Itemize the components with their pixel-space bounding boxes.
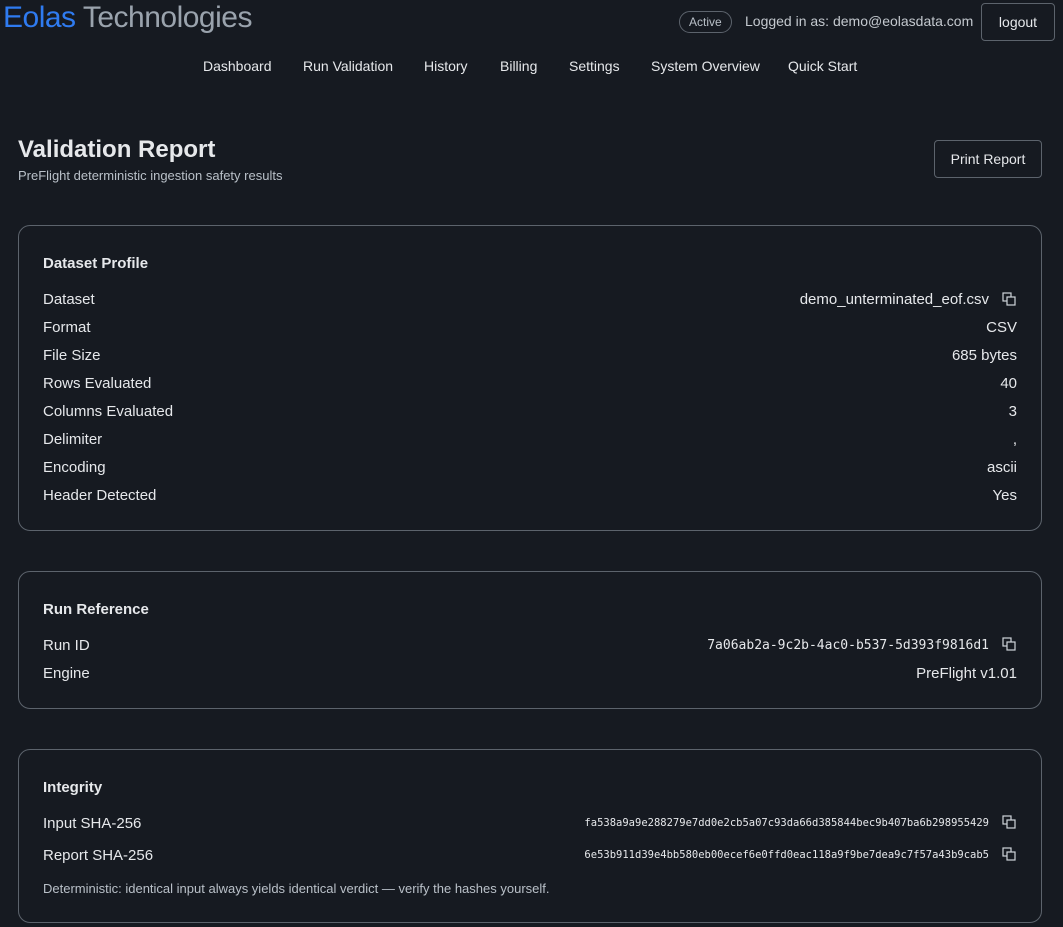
copy-icon[interactable] xyxy=(1002,847,1016,861)
card-title: Integrity xyxy=(43,779,103,796)
brand-name-primary: Eolas xyxy=(3,1,76,34)
top-bar: Eolas Technologies Active Logged in as: … xyxy=(0,0,1063,44)
copy-icon[interactable] xyxy=(1002,815,1016,829)
print-report-button[interactable]: Print Report xyxy=(934,140,1042,178)
row-value-file-size: 685 bytes xyxy=(951,347,1017,364)
run-reference-card: Run Reference Run ID 7a06ab2a-9c2b-4ac0-… xyxy=(18,571,1042,709)
integrity-card: Integrity Input SHA-256 fa538a9a9e288279… xyxy=(18,749,1042,923)
logged-in-text: Logged in as: demo@eolasdata.com xyxy=(745,13,974,29)
main-nav: Dashboard Run Validation History Billing… xyxy=(0,58,1063,78)
row-label-columns-evaluated: Columns Evaluated xyxy=(43,403,174,420)
nav-item-billing[interactable]: Billing xyxy=(500,58,537,74)
row-label-encoding: Encoding xyxy=(43,459,106,476)
brand-name-secondary: Technologies xyxy=(82,1,253,34)
nav-item-system-overview[interactable]: System Overview xyxy=(651,58,760,74)
nav-item-history[interactable]: History xyxy=(424,58,468,74)
card-title: Dataset Profile xyxy=(43,255,149,272)
row-label-run-id: Run ID xyxy=(43,637,90,654)
dataset-profile-card: Dataset Profile Dataset demo_unterminate… xyxy=(18,225,1042,531)
copy-icon[interactable] xyxy=(1002,292,1016,306)
nav-item-dashboard[interactable]: Dashboard xyxy=(203,58,272,74)
row-value-columns-evaluated: 3 xyxy=(1008,403,1017,420)
row-label-input-sha: Input SHA-256 xyxy=(43,815,142,832)
brand-logo[interactable]: Eolas Technologies xyxy=(3,0,252,36)
row-value-encoding: ascii xyxy=(986,459,1017,476)
row-label-header-detected: Header Detected xyxy=(43,487,157,504)
integrity-note: Deterministic: identical input always yi… xyxy=(43,881,550,896)
row-label-file-size: File Size xyxy=(43,347,101,364)
row-label-dataset: Dataset xyxy=(43,291,95,308)
row-label-rows-evaluated: Rows Evaluated xyxy=(43,375,152,392)
row-label-delimiter: Delimiter xyxy=(43,431,103,448)
row-value-header-detected: Yes xyxy=(992,487,1017,504)
nav-item-run-validation[interactable]: Run Validation xyxy=(303,58,393,74)
page-subtitle: PreFlight deterministic ingestion safety… xyxy=(18,168,283,183)
copy-icon[interactable] xyxy=(1002,637,1016,651)
nav-item-settings[interactable]: Settings xyxy=(569,58,620,74)
row-value-run-id: 7a06ab2a-9c2b-4ac0-b537-5d393f9816d1 xyxy=(707,638,989,653)
nav-item-quick-start[interactable]: Quick Start xyxy=(788,58,857,74)
row-value-rows-evaluated: 40 xyxy=(1000,375,1017,392)
card-title: Run Reference xyxy=(43,601,149,618)
row-label-engine: Engine xyxy=(43,665,90,682)
logout-button[interactable]: logout xyxy=(981,3,1055,41)
status-badge: Active xyxy=(679,11,732,33)
row-label-report-sha: Report SHA-256 xyxy=(43,847,154,864)
row-value-engine: PreFlight v1.01 xyxy=(916,665,1017,682)
row-value-report-sha: 6e53b911d39e4bb580eb00ecef6e0ffd0eac118a… xyxy=(584,849,989,861)
row-value-dataset: demo_unterminated_eof.csv xyxy=(799,291,989,308)
row-value-input-sha: fa538a9a9e288279e7dd0e2cb5a07c93da66d385… xyxy=(584,817,989,829)
row-value-format: CSV xyxy=(986,319,1017,336)
page-title: Validation Report xyxy=(18,136,216,163)
row-value-delimiter: , xyxy=(1012,431,1017,448)
row-label-format: Format xyxy=(43,319,91,336)
